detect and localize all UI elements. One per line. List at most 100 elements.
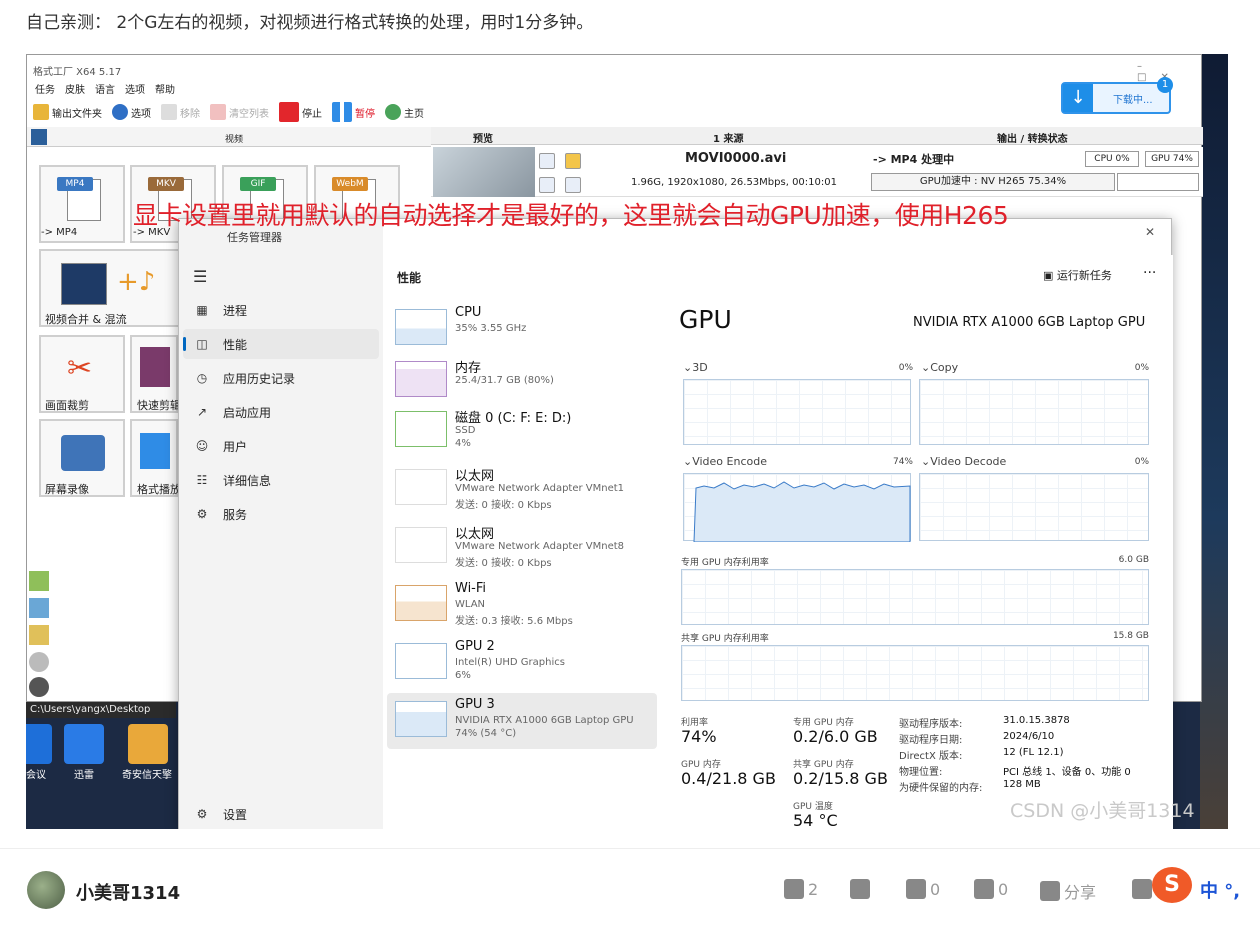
engine-3d-label[interactable]: ⌄3D (683, 361, 708, 374)
section-title: 性能 (397, 271, 422, 285)
options-button[interactable]: 选项 (112, 104, 151, 120)
nav-users[interactable]: ☺ 用户 (183, 431, 379, 461)
video-category-header[interactable]: 视频 (27, 127, 431, 147)
reserved-mem-key: 为硬件保留的内存: (899, 783, 983, 794)
sogou-ime-icon[interactable]: S (1152, 867, 1192, 903)
merge-label: 视频合并 & 混流 (45, 313, 127, 326)
menu-options[interactable]: 选项 (125, 81, 145, 96)
directx-key: DirectX 版本: (899, 751, 963, 762)
tm-sidebar: 任务管理器 ☰ ▦ 进程 ◫ 性能 ◷ 应用历史记录 ↗ 启动应用 ☺ 用户 ☷ 详细信息 … (179, 219, 383, 829)
download-label: 下载中... (1113, 94, 1153, 106)
scissors-icon: ✂ (67, 351, 93, 386)
nav-settings[interactable]: ⚙ 设置 (183, 799, 379, 829)
ime-status[interactable]: 中 °, (1200, 877, 1240, 903)
desktop-xunlei-label: 迅雷 (74, 770, 94, 781)
film-icon (31, 129, 47, 145)
device-wifi[interactable]: Wi-Fi WLAN 发送: 0.3 接收: 5.6 Mbps (387, 577, 657, 633)
settings-icon[interactable] (539, 177, 555, 193)
author-name[interactable]: 小美哥1314 (76, 879, 180, 905)
comment-button[interactable]: 0 (974, 879, 1008, 899)
folder-icon (33, 104, 49, 120)
stop-button[interactable]: 停止 (279, 102, 322, 122)
task-row[interactable]: MOVI0000.avi 1.96G, 1920x1080, 26.53Mbps… (431, 147, 1203, 197)
performance-icon: ◫ (196, 337, 208, 351)
document-category-icon[interactable] (29, 625, 49, 645)
nav-startup[interactable]: ↗ 启动应用 (183, 397, 379, 427)
nav-app-history[interactable]: ◷ 应用历史记录 (183, 363, 379, 393)
graph-copy (919, 379, 1149, 445)
driver-version-value: 31.0.15.3878 (1003, 715, 1070, 726)
mini-graph (395, 701, 447, 737)
engine-encode-pct: 74% (892, 457, 913, 467)
blog-caption: 自己亲测： 2个G左右的视频，对视频进行格式转换的处理，用时1分多钟。 (26, 13, 594, 33)
nav-processes[interactable]: ▦ 进程 (183, 295, 379, 325)
rom-device-category-icon[interactable] (29, 652, 49, 672)
driver-date-key: 驱动程序日期: (899, 735, 963, 746)
nav-performance[interactable]: ◫ 性能 (183, 329, 379, 359)
utilities-category-icon[interactable] (29, 677, 49, 697)
menu-task[interactable]: 任务 (35, 81, 55, 96)
dislike-button[interactable] (850, 879, 870, 899)
pause-button[interactable]: 暂停 (332, 102, 375, 122)
gpu-accel-progress: GPU加速中 : NV H265 75.34% (871, 173, 1115, 191)
desktop-meeting-icon[interactable] (26, 724, 52, 764)
engine-copy-label[interactable]: ⌄Copy (921, 361, 958, 374)
overlay-caption: 显卡设置里就用默认的自动选择才是最好的，这里就会自动GPU加速，使用H265 (133, 201, 1009, 230)
info-icon[interactable] (539, 153, 555, 169)
services-icon: ⚙ (196, 507, 208, 521)
mini-graph (395, 585, 447, 621)
stop-icon (279, 102, 299, 122)
engine-decode-pct: 0% (1134, 457, 1149, 467)
menu-skin[interactable]: 皮肤 (65, 81, 85, 96)
favorite-button[interactable]: 0 (906, 879, 940, 899)
play-icon (140, 433, 170, 469)
menu-help[interactable]: 帮助 (155, 81, 175, 96)
nav-services[interactable]: ⚙ 服务 (183, 499, 379, 529)
engine-encode-label[interactable]: ⌄Video Encode (683, 455, 767, 468)
clear-list-button[interactable]: 清空列表 (210, 104, 269, 120)
tm-performance-pane: 性能 ▣ 运行新任务 ··· CPU 35% 3.55 GHz 内存 25.4/31… (383, 255, 1173, 829)
device-gpu-3[interactable]: GPU 3 NVIDIA RTX A1000 6GB Laptop GPU 74% … (387, 693, 657, 749)
nav-details[interactable]: ☷ 详细信息 (183, 465, 379, 495)
edit-icon[interactable] (565, 177, 581, 193)
history-icon: ◷ (196, 371, 208, 385)
device-cpu[interactable]: CPU 35% 3.55 GHz (387, 301, 657, 357)
share-button[interactable]: 分享 (1040, 879, 1096, 903)
folder-icon[interactable] (565, 153, 581, 169)
device-disk[interactable]: 磁盘 0 (C: F: E: D:) SSD 4% (387, 403, 657, 459)
more-options-icon[interactable]: ··· (1143, 265, 1156, 281)
graph-shared-mem (681, 645, 1149, 701)
desktop-xunlei-icon[interactable] (64, 724, 104, 764)
article-footer-bar: 小美哥1314 2 0 0 分享 S 中 °, (0, 848, 1260, 925)
camera-icon (61, 435, 105, 471)
avatar[interactable] (27, 871, 65, 909)
globe-icon (385, 104, 401, 120)
close-icon[interactable]: ✕ (1145, 225, 1155, 239)
device-ethernet-1[interactable]: 以太网 VMware Network Adapter VMnet1 发送: 0 接收… (387, 461, 657, 517)
hamburger-icon[interactable]: ☰ (193, 267, 207, 286)
screenshot: 格式工厂 X64 5.17 –□✕ 任务 皮肤 语言 选项 帮助 输出文件夹 选… (26, 54, 1228, 829)
device-memory[interactable]: 内存 25.4/31.7 GB (80%) (387, 353, 657, 409)
engine-copy-pct: 0% (1134, 363, 1149, 373)
home-button[interactable]: 主页 (385, 104, 424, 120)
device-ethernet-2[interactable]: 以太网 VMware Network Adapter VMnet8 发送: 0 接收… (387, 519, 657, 575)
film-strip-icon (61, 263, 107, 305)
pdf-button[interactable] (1132, 879, 1152, 899)
star-icon (906, 879, 926, 899)
download-button[interactable]: ↓ 下载中... (1061, 82, 1171, 114)
location-value: PCI 总线 1、设备 0、功能 0 (1003, 767, 1131, 778)
audio-category-icon[interactable] (29, 571, 49, 591)
player-label: 格式播放 (137, 483, 181, 496)
webm-tag: WebM (332, 177, 368, 191)
image-category-icon[interactable] (29, 598, 49, 618)
desktop-qianxin-icon[interactable] (128, 724, 168, 764)
remove-button[interactable]: 移除 (161, 104, 200, 120)
run-new-task-button[interactable]: ▣ 运行新任务 (1043, 267, 1112, 283)
device-gpu-2[interactable]: GPU 2 Intel(R) UHD Graphics 6% (387, 635, 657, 691)
output-folder-button[interactable]: 输出文件夹 (33, 104, 102, 120)
menu-language[interactable]: 语言 (95, 81, 115, 96)
quick-cut-icon (140, 347, 170, 387)
like-button[interactable]: 2 (784, 879, 818, 899)
engine-decode-label[interactable]: ⌄Video Decode (921, 455, 1006, 468)
share-icon (1040, 881, 1060, 901)
